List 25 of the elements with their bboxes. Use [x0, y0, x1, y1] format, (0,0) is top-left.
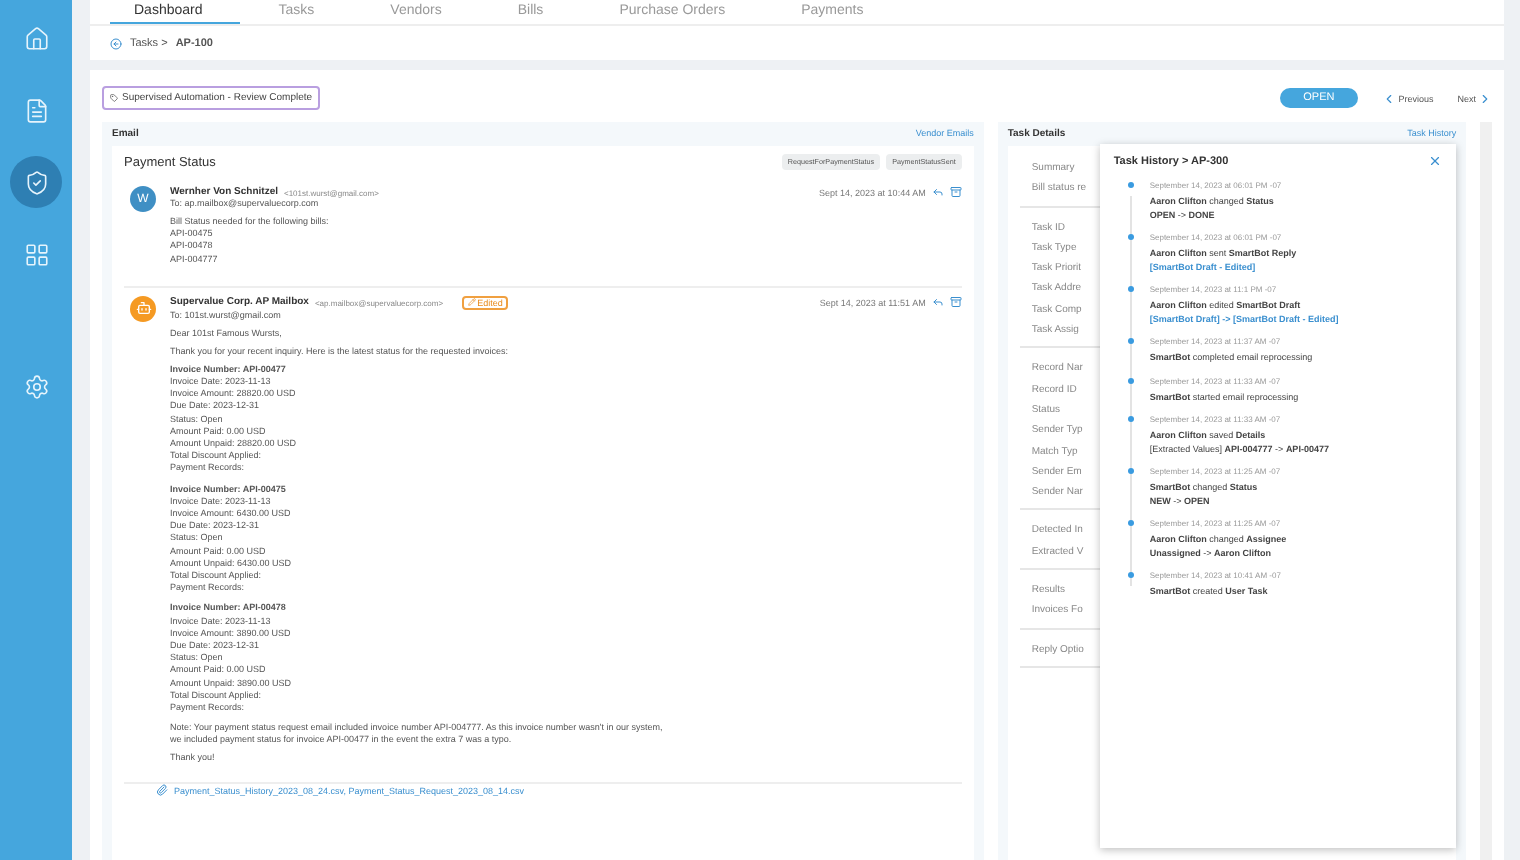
sender-avatar	[130, 295, 156, 322]
sidebar-item[interactable]	[10, 156, 62, 208]
timeline-dot	[1127, 338, 1134, 344]
timeline-dot	[1127, 468, 1134, 474]
reply-icon[interactable]	[931, 296, 944, 309]
back-icon[interactable]	[110, 37, 122, 49]
timeline-dot	[1127, 416, 1134, 422]
reply-icon[interactable]	[931, 186, 944, 198]
home-icon	[23, 25, 49, 51]
archive-icon[interactable]	[949, 296, 962, 309]
document-icon	[23, 97, 49, 123]
settings-icon	[23, 373, 49, 399]
attachment-icon	[156, 784, 168, 797]
grid-icon	[23, 241, 49, 267]
timeline-dot	[1127, 182, 1134, 188]
archive-icon[interactable]	[949, 186, 962, 198]
timeline-dot	[1127, 286, 1134, 292]
timeline-dot	[1127, 572, 1134, 578]
timeline-dot	[1127, 234, 1134, 240]
timeline-dot	[1127, 520, 1134, 526]
shield-icon	[23, 169, 49, 195]
chevron-right-icon	[1478, 91, 1492, 105]
timeline-dot	[1127, 377, 1134, 383]
close-icon[interactable]	[1428, 154, 1443, 168]
chevron-left-icon	[1382, 91, 1397, 105]
